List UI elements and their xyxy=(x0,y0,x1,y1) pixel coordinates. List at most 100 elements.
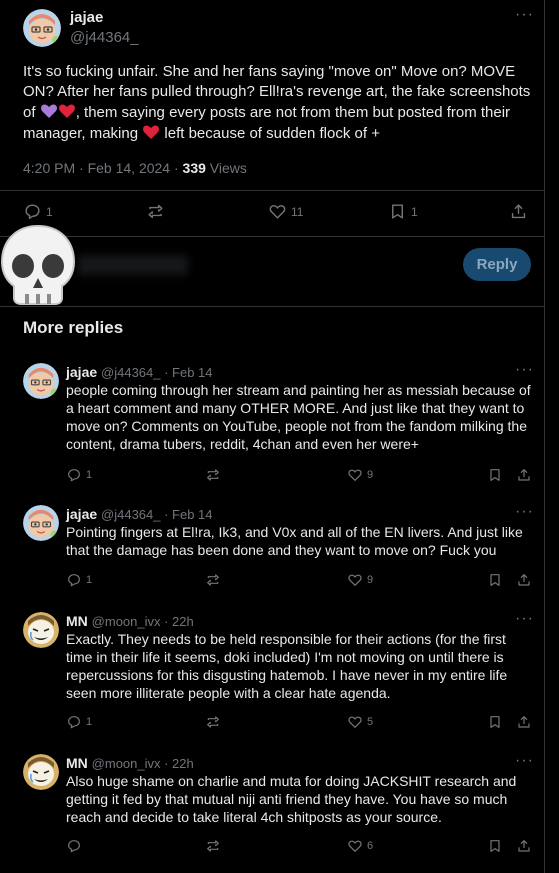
heart-icon xyxy=(348,574,362,586)
share-action[interactable] xyxy=(509,202,528,221)
display-name[interactable]: MN xyxy=(66,613,88,629)
reply-icon xyxy=(68,840,80,853)
share-icon xyxy=(511,204,526,219)
bookmark-action[interactable] xyxy=(487,714,503,730)
red-heart-icon xyxy=(58,104,75,118)
repost-icon xyxy=(207,574,219,586)
skull-icon xyxy=(0,224,76,305)
repost-action[interactable] xyxy=(205,714,221,730)
user-handle[interactable]: @j44364_ · Feb 14 xyxy=(101,507,213,522)
more-icon[interactable]: ··· xyxy=(515,361,534,379)
reply-action[interactable] xyxy=(66,838,86,854)
bookmark-action[interactable] xyxy=(487,838,503,854)
like-action[interactable]: 6 xyxy=(347,838,373,854)
compose-reply: Reply xyxy=(0,246,545,286)
reply-item[interactable]: jajae @j44364_ · Feb 14 ··· people comin… xyxy=(0,361,545,493)
share-icon xyxy=(518,716,530,728)
repost-icon xyxy=(207,469,219,481)
divider xyxy=(0,306,545,307)
more-icon[interactable]: ··· xyxy=(515,6,534,24)
reply-action[interactable]: 1 xyxy=(66,714,92,730)
tweet-text: It's so fucking unfair. She and her fans… xyxy=(23,63,531,142)
bookmark-action[interactable]: 1 xyxy=(388,202,418,221)
bookmark-action[interactable] xyxy=(487,467,503,483)
purple-heart-icon xyxy=(40,104,57,118)
divider xyxy=(0,236,545,237)
tweet-timestamp[interactable]: 4:20 PM · Feb 14, 2024 · 339 Views xyxy=(23,160,247,176)
bookmark-icon xyxy=(490,574,500,586)
like-action[interactable]: 9 xyxy=(347,572,373,588)
scrollbar[interactable] xyxy=(545,0,559,873)
reply-action[interactable]: 1 xyxy=(66,572,92,588)
thread-column: jajae @j44364_ ··· It's so fucking unfai… xyxy=(0,0,545,873)
avatar[interactable] xyxy=(23,612,59,648)
user-handle[interactable]: @moon_ivx · 22h xyxy=(92,756,194,771)
reply-item[interactable]: MN @moon_ivx · 22h ··· Exactly. They nee… xyxy=(0,610,545,737)
share-action[interactable] xyxy=(516,714,532,730)
avatar[interactable] xyxy=(23,363,59,399)
heart-icon xyxy=(348,840,362,852)
reply-action[interactable]: 1 xyxy=(66,467,92,483)
like-action[interactable]: 5 xyxy=(347,714,373,730)
user-handle[interactable]: @j44364_ · Feb 14 xyxy=(101,365,213,380)
repost-action[interactable] xyxy=(205,838,221,854)
reply-text: Pointing fingers at El!ra, Ik3, and V0x … xyxy=(66,524,523,558)
reply-text: people coming through her stream and pai… xyxy=(66,382,531,452)
reply-text: Also huge shame on charlie and muta for … xyxy=(66,773,517,825)
like-action[interactable]: 9 xyxy=(347,467,373,483)
repost-icon xyxy=(207,840,219,852)
repost-icon xyxy=(207,716,219,728)
reply-actions: 1 5 xyxy=(66,714,530,732)
reply-item[interactable]: MN @moon_ivx · 22h ··· Also huge shame o… xyxy=(0,752,545,864)
avatar[interactable] xyxy=(23,505,59,541)
heart-icon xyxy=(348,716,362,728)
repost-action[interactable] xyxy=(205,572,221,588)
avatar[interactable] xyxy=(23,9,61,47)
display-name[interactable]: jajae xyxy=(66,364,97,380)
like-action[interactable]: 11 xyxy=(268,202,303,221)
repost-action[interactable] xyxy=(146,202,169,221)
more-icon[interactable]: ··· xyxy=(515,610,534,628)
reply-actions: 1 9 xyxy=(66,572,530,590)
more-icon[interactable]: ··· xyxy=(515,503,534,521)
display-name[interactable]: jajae xyxy=(66,506,97,522)
section-title: More replies xyxy=(23,318,124,337)
divider xyxy=(0,190,545,191)
reply-actions: 6 xyxy=(66,838,530,856)
more-icon[interactable]: ··· xyxy=(515,752,534,770)
share-icon xyxy=(518,469,530,481)
share-icon xyxy=(518,840,530,852)
user-handle[interactable]: @moon_ivx · 22h xyxy=(92,614,194,629)
user-handle[interactable]: @j44364_ xyxy=(70,28,139,48)
reply-text: Exactly. They needs to be held responsib… xyxy=(66,631,508,701)
avatar[interactable] xyxy=(23,754,59,790)
display-name[interactable]: jajae xyxy=(70,8,139,28)
bookmark-icon xyxy=(490,840,500,852)
reply-icon xyxy=(68,574,80,587)
share-action[interactable] xyxy=(516,838,532,854)
reply-input[interactable] xyxy=(78,255,188,275)
view-count: 339 xyxy=(182,160,206,176)
display-name[interactable]: MN xyxy=(66,755,88,771)
reply-item[interactable]: jajae @j44364_ · Feb 14 ··· Pointing fin… xyxy=(0,503,545,595)
heart-icon xyxy=(348,469,362,481)
reply-icon xyxy=(25,204,40,219)
bookmark-icon xyxy=(490,716,500,728)
main-tweet-header: jajae @j44364_ xyxy=(23,8,139,48)
reply-button[interactable]: Reply xyxy=(463,248,531,281)
repost-icon xyxy=(148,204,163,219)
share-action[interactable] xyxy=(516,572,532,588)
reply-actions: 1 9 xyxy=(66,467,530,485)
red-heart-icon xyxy=(143,125,160,139)
repost-action[interactable] xyxy=(205,467,221,483)
scrollbar-thumb[interactable] xyxy=(549,0,555,873)
tweet-actions: 1 11 1 xyxy=(23,202,528,224)
reply-icon xyxy=(68,469,80,482)
bookmark-action[interactable] xyxy=(487,572,503,588)
reply-action[interactable]: 1 xyxy=(23,202,53,221)
heart-icon xyxy=(269,205,286,219)
share-icon xyxy=(518,574,530,586)
reply-icon xyxy=(68,716,80,729)
bookmark-icon xyxy=(392,204,403,219)
share-action[interactable] xyxy=(516,467,532,483)
